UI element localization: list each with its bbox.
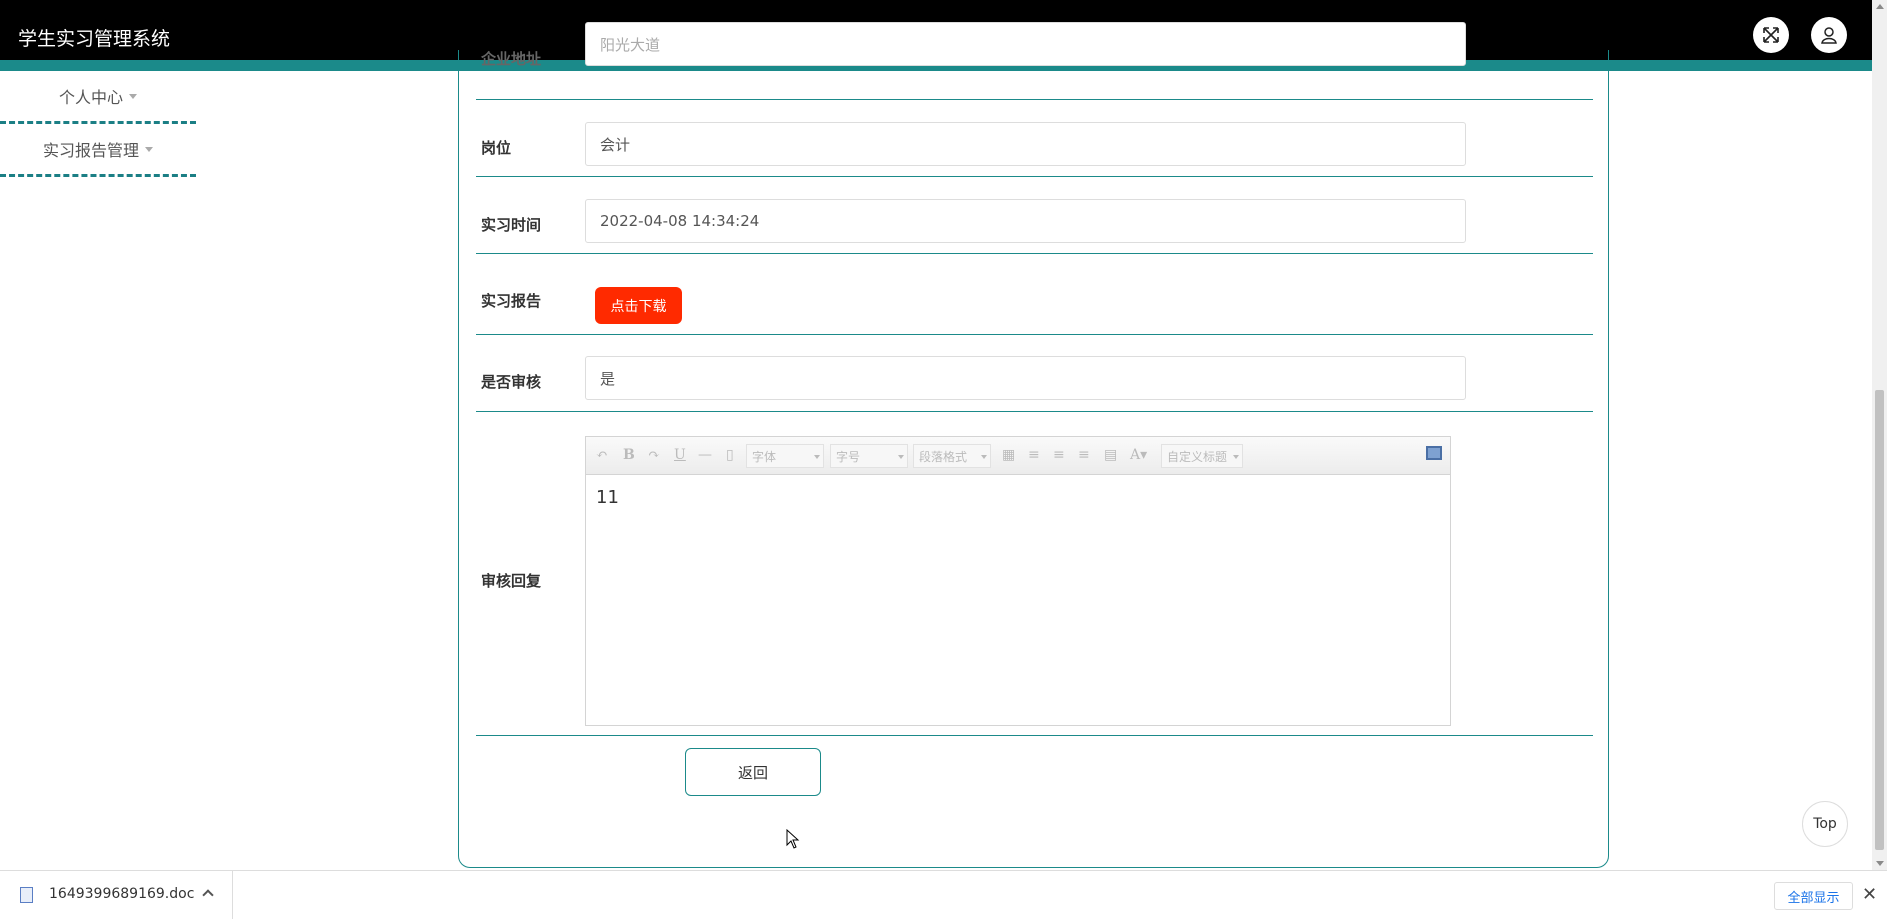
position-label: 岗位: [481, 139, 512, 157]
align-right-icon[interactable]: ≡: [1053, 447, 1065, 463]
position-field[interactable]: 会计: [585, 122, 1466, 166]
page-scrollbar[interactable]: [1872, 0, 1887, 870]
close-icon[interactable]: ✕: [1862, 884, 1877, 905]
sidebar-item-report-management[interactable]: 实习报告管理: [0, 124, 196, 177]
caret-down-icon: [145, 146, 153, 152]
download-button[interactable]: 点击下载: [595, 287, 682, 324]
back-to-top-button[interactable]: Top: [1802, 801, 1848, 847]
editor-toolbar: ↶ B ↷ U — ▯ 字体 字号 段落格式 ▦ ≡ ≡ ≡ ▤ A▾ 自定义标…: [586, 437, 1450, 475]
paragraph-format-select[interactable]: 段落格式: [913, 444, 991, 468]
user-icon: [1821, 27, 1837, 44]
address-label: 企业地址: [481, 50, 542, 68]
time-value: 2022-04-08 14:34:24: [600, 212, 760, 230]
address-field[interactable]: 阳光大道: [585, 22, 1466, 66]
form-row-position: 岗位 会计: [476, 100, 1593, 177]
align-justify-icon[interactable]: ▤: [1104, 447, 1117, 463]
download-bar: 1649399689169.doc 全部显示 ✕: [0, 870, 1887, 919]
rich-text-editor[interactable]: ↶ B ↷ U — ▯ 字体 字号 段落格式 ▦ ≡ ≡ ≡ ▤ A▾ 自定义标…: [585, 436, 1451, 726]
report-label: 实习报告: [481, 292, 542, 310]
position-value: 会计: [600, 135, 631, 154]
font-select[interactable]: 字体: [746, 444, 824, 468]
align-center-icon[interactable]: ≡: [1078, 447, 1090, 463]
font-size-select[interactable]: 字号: [830, 444, 908, 468]
address-value: 阳光大道: [600, 35, 661, 54]
show-all-downloads-button[interactable]: 全部显示: [1774, 882, 1853, 910]
horizontal-rule-icon[interactable]: —: [698, 447, 712, 463]
sidebar-item-label: 个人中心: [58, 88, 123, 107]
detail-card: 企业地址 阳光大道 岗位 会计 实习时间 2022-04-08 14:34:24…: [458, 22, 1609, 868]
sidebar: 个人中心 实习报告管理: [0, 71, 196, 177]
scroll-up-icon[interactable]: [1876, 4, 1884, 9]
mouse-cursor-icon: [786, 829, 800, 849]
fullscreen-editor-icon[interactable]: [1426, 446, 1442, 460]
scroll-down-icon[interactable]: [1876, 861, 1884, 866]
underline-icon[interactable]: U: [674, 447, 686, 463]
table-icon[interactable]: ▦: [1002, 447, 1015, 463]
time-field[interactable]: 2022-04-08 14:34:24: [585, 199, 1466, 243]
sidebar-item-label: 实习报告管理: [42, 141, 139, 160]
redo-icon[interactable]: ↷: [648, 447, 660, 463]
reviewed-label: 是否审核: [481, 373, 542, 391]
chevron-up-icon[interactable]: [202, 889, 214, 901]
form-row-report: 实习报告 点击下载: [476, 254, 1593, 335]
form-row-time: 实习时间 2022-04-08 14:34:24: [476, 177, 1593, 254]
form-row-reply: 审核回复 ↶ B ↷ U — ▯ 字体 字号 段落格式 ▦ ≡ ≡ ≡ ▤ A▾…: [476, 412, 1593, 736]
back-button[interactable]: 返回: [685, 748, 821, 796]
scroll-thumb[interactable]: [1875, 390, 1884, 850]
doc-file-icon: [20, 887, 33, 903]
downloaded-file-item[interactable]: 1649399689169.doc: [0, 871, 233, 919]
time-label: 实习时间: [481, 216, 542, 234]
align-left-icon[interactable]: ≡: [1028, 447, 1040, 463]
user-button[interactable]: [1811, 17, 1847, 53]
fullscreen-button[interactable]: [1753, 17, 1789, 53]
custom-title-select[interactable]: 自定义标题: [1161, 444, 1243, 468]
downloaded-file-name: 1649399689169.doc: [49, 886, 195, 902]
reviewed-value: 是: [600, 369, 616, 388]
expand-icon: [1763, 27, 1779, 43]
document-icon[interactable]: ▯: [726, 447, 734, 463]
bold-icon[interactable]: B: [623, 447, 635, 463]
sidebar-item-personal-center[interactable]: 个人中心: [0, 71, 196, 124]
caret-down-icon: [129, 93, 137, 99]
editor-content[interactable]: 11: [596, 487, 619, 508]
undo-icon[interactable]: ↶: [596, 447, 608, 463]
form-row-address: 企业地址 阳光大道: [476, 22, 1593, 100]
font-color-icon[interactable]: A▾: [1130, 447, 1147, 463]
reviewed-field[interactable]: 是: [585, 356, 1466, 400]
app-title: 学生实习管理系统: [18, 28, 171, 50]
reply-label: 审核回复: [481, 572, 542, 590]
form-row-reviewed: 是否审核 是: [476, 335, 1593, 412]
